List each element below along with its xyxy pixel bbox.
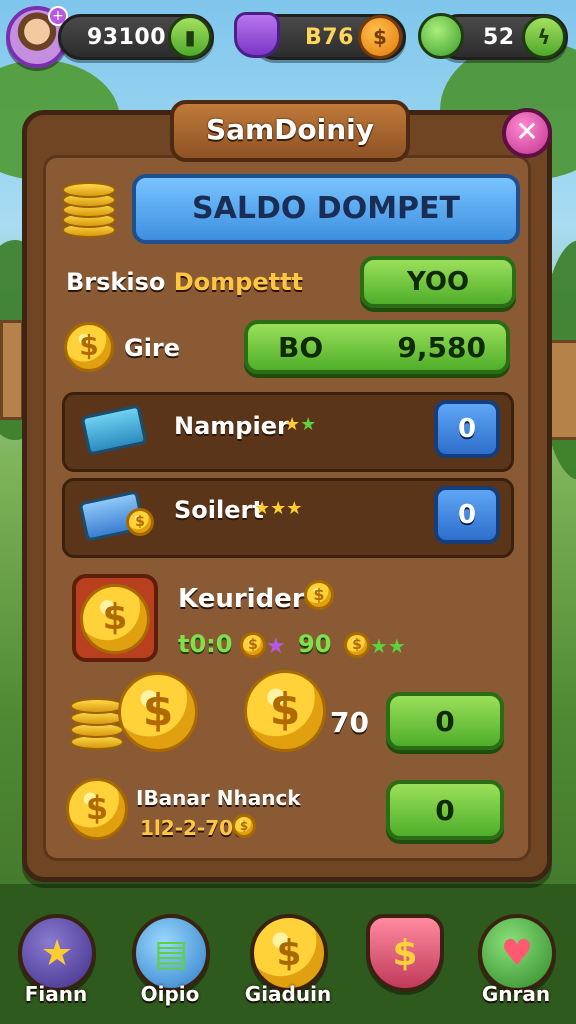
stars-icon: ★★★ xyxy=(254,498,303,519)
nav-item-giaduin[interactable]: $ Giaduin xyxy=(242,914,334,1018)
wallet-banner: SALDO DOMPET xyxy=(132,174,520,244)
nav-label: Fiann xyxy=(24,982,88,1006)
row1-value: 0 xyxy=(457,414,477,444)
balance-label-gold: Dompettt xyxy=(173,268,304,296)
green-stars-icon: ★★ xyxy=(370,634,406,658)
add-coins-button[interactable]: ▮ xyxy=(168,15,212,59)
bottom-sub: 1l2-2-700 xyxy=(140,816,247,840)
nav-item-fiann[interactable]: ★ Fiann xyxy=(10,914,102,1018)
add-gems-button[interactable]: $ xyxy=(358,15,402,59)
gire-left-value: BO xyxy=(278,330,324,364)
row2-label: Soilert xyxy=(174,496,264,524)
coin-stack-icon xyxy=(62,180,120,240)
big-coin-amount: 70 xyxy=(330,706,369,739)
balance-label: Brskiso Dompettt xyxy=(66,268,303,296)
gire-label: Gire xyxy=(124,334,181,362)
row1-button[interactable]: 0 xyxy=(434,400,500,458)
nav-label: Oipio xyxy=(140,982,200,1006)
row2-button[interactable]: 0 xyxy=(434,486,500,544)
gem-shield-icon xyxy=(234,12,280,58)
star-icon: ★ xyxy=(18,914,96,992)
gire-amount-button[interactable]: BO 9,580 xyxy=(244,320,510,374)
plus-icon: ▮ xyxy=(184,25,196,49)
stars-icon: ★★ xyxy=(284,414,317,435)
small-coin-icon: $ xyxy=(344,632,370,658)
row1-label: Nampier xyxy=(174,412,289,440)
panel-title: SamDoiniy xyxy=(170,100,410,162)
reward-stat2: 90 xyxy=(298,630,332,658)
big-coin-icon: $ xyxy=(244,670,326,752)
shield-icon: $ xyxy=(366,914,444,992)
coin-icon: $ xyxy=(250,914,328,992)
coin-count: 93100 xyxy=(87,24,167,50)
leaf-icon xyxy=(418,13,464,59)
reward-coin-icon: $ xyxy=(80,584,150,654)
bottom-nav: ★ Fiann ▤ Oipio $ Giaduin $ ♥ Gnran xyxy=(0,906,576,1024)
bottom-button[interactable]: 0 xyxy=(386,780,504,840)
purple-star-icon: ★ xyxy=(266,634,286,659)
gire-right-value: 9,580 xyxy=(397,330,486,364)
close-icon: ✕ xyxy=(515,115,539,148)
big-coin-button-value: 0 xyxy=(435,704,455,738)
small-coin-icon: $ xyxy=(232,814,256,838)
energy-count: 52 xyxy=(483,24,515,50)
reward-label: Keurider i xyxy=(178,584,323,614)
bottom-label: IBanar Nhanck xyxy=(136,786,301,810)
lightning-icon: ϟ xyxy=(537,25,551,49)
bottom-button-value: 0 xyxy=(435,793,455,827)
coin-icon: $ xyxy=(64,322,114,372)
big-coin-button[interactable]: 0 xyxy=(386,692,504,750)
small-coin-icon: $ xyxy=(304,580,334,610)
balance-button-label: YOO xyxy=(406,267,470,297)
balance-label-white: Brskiso xyxy=(66,268,174,296)
coin-icon: $ xyxy=(66,778,128,840)
top-status-bar: + 93100 ▮ B76 $ 52 ϟ xyxy=(6,6,570,68)
gem-count: B76 xyxy=(305,24,354,50)
nav-item-oipio[interactable]: ▤ Oipio xyxy=(124,914,216,1018)
small-coin-icon: $ xyxy=(126,508,154,536)
nav-item-shield[interactable]: $ xyxy=(358,914,450,1018)
ticket-icon: ▤ xyxy=(132,914,210,992)
heart-chat-icon: ♥ xyxy=(478,914,556,992)
reward-stat1: t0:0 xyxy=(178,630,233,658)
close-button[interactable]: ✕ xyxy=(502,108,552,158)
balance-button[interactable]: YOO xyxy=(360,256,516,308)
add-energy-button[interactable]: ϟ xyxy=(522,15,566,59)
small-coin-icon: $ xyxy=(240,632,266,658)
big-coin-icon: $ xyxy=(118,672,198,752)
nav-label: Giaduin xyxy=(244,982,332,1006)
dollar-icon: $ xyxy=(373,25,387,49)
row2-value: 0 xyxy=(457,500,477,530)
nav-label: Gnran xyxy=(481,982,551,1006)
nav-item-gnran[interactable]: ♥ Gnran xyxy=(470,914,562,1018)
